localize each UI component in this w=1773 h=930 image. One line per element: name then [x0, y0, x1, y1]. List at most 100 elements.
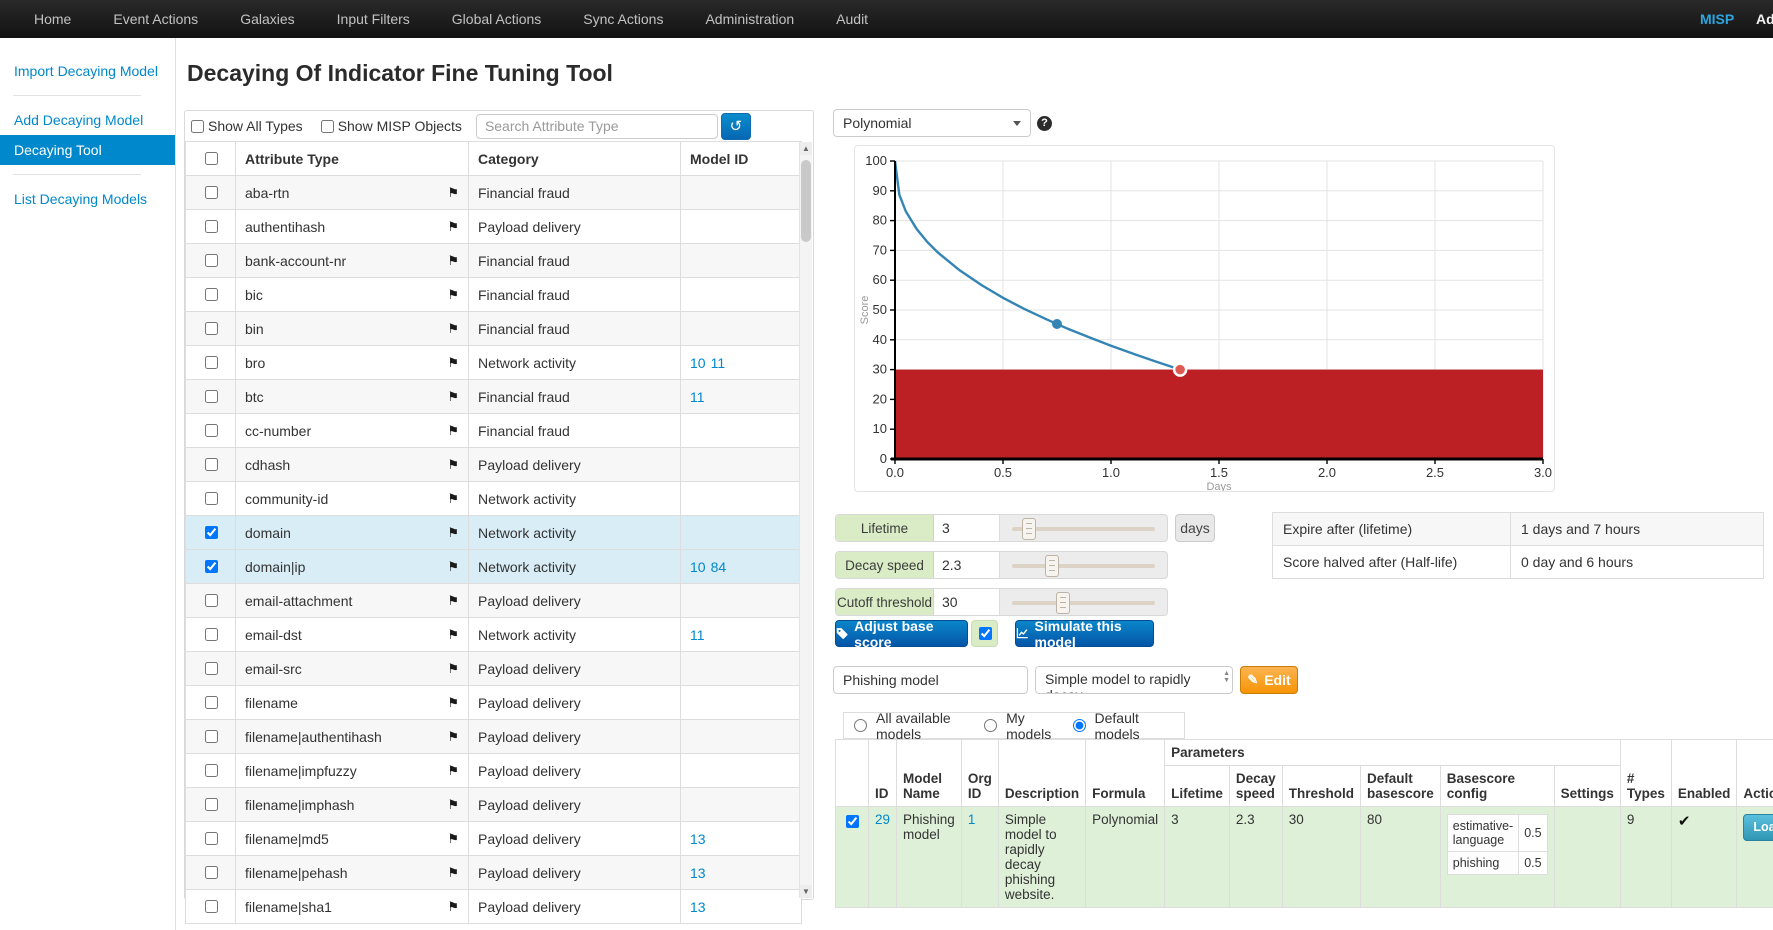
navbar-item-event-actions[interactable]: Event Actions: [99, 11, 212, 27]
row-checkbox[interactable]: [205, 866, 218, 879]
row-checkbox[interactable]: [205, 458, 218, 471]
navbar-item-galaxies[interactable]: Galaxies: [226, 11, 308, 27]
column-header-category[interactable]: Category: [469, 142, 681, 176]
cutoff-threshold-slider-handle[interactable]: [1056, 592, 1070, 614]
adjust-base-score-checkbox[interactable]: [979, 627, 992, 640]
model-id-link[interactable]: 11: [690, 389, 705, 405]
navbar-brand-misp[interactable]: MISP: [1700, 11, 1734, 27]
row-checkbox[interactable]: [205, 288, 218, 301]
sidebar-item-decaying-tool[interactable]: Decaying Tool: [0, 135, 175, 165]
row-checkbox[interactable]: [205, 628, 218, 641]
show-all-types-checkbox[interactable]: [191, 120, 204, 133]
row-checkbox[interactable]: [205, 798, 218, 811]
column-header-attribute-type[interactable]: Attribute Type: [236, 142, 469, 176]
decay-simulation-chart[interactable]: 01020304050607080901000.00.51.01.52.02.5…: [854, 145, 1555, 492]
navbar-user-menu[interactable]: Admin: [1756, 11, 1773, 27]
model-id-link[interactable]: 29: [875, 812, 890, 827]
flag-icon[interactable]: ⚑: [447, 661, 459, 677]
lifetime-slider-handle[interactable]: [1022, 518, 1036, 540]
column-header-model-id[interactable]: Model ID: [681, 142, 802, 176]
row-checkbox[interactable]: [205, 526, 218, 539]
model-filter-radio-0[interactable]: [854, 719, 867, 732]
flag-icon[interactable]: ⚑: [447, 423, 459, 439]
flag-icon[interactable]: ⚑: [447, 321, 459, 337]
model-row-checkbox[interactable]: [846, 815, 859, 828]
model-filter-label-1[interactable]: My models: [1006, 710, 1056, 742]
row-checkbox[interactable]: [205, 356, 218, 369]
adjust-base-score-button[interactable]: Adjust base score: [835, 620, 968, 647]
model-filter-radio-1[interactable]: [984, 719, 997, 732]
row-checkbox[interactable]: [205, 254, 218, 267]
row-checkbox[interactable]: [205, 696, 218, 709]
model-id-link[interactable]: 13: [690, 899, 706, 915]
show-misp-objects-label[interactable]: Show MISP Objects: [338, 118, 462, 134]
navbar-item-home[interactable]: Home: [20, 11, 85, 27]
row-checkbox[interactable]: [205, 492, 218, 505]
flag-icon[interactable]: ⚑: [447, 763, 459, 779]
model-description-textarea[interactable]: Simple model to rapidly decay: [1036, 667, 1214, 693]
cutoff-threshold-slider-track[interactable]: [1012, 601, 1155, 605]
row-checkbox[interactable]: [205, 560, 218, 573]
row-checkbox[interactable]: [205, 662, 218, 675]
sidebar-item-list-decaying-models[interactable]: List Decaying Models: [0, 184, 175, 214]
flag-icon[interactable]: ⚑: [447, 287, 459, 303]
flag-icon[interactable]: ⚑: [447, 185, 459, 201]
scrollbar-down-arrow-icon[interactable]: ▼: [800, 885, 812, 898]
textarea-scroll-arrows-icon[interactable]: ▲▼: [1223, 670, 1230, 684]
model-id-link[interactable]: 10: [690, 559, 706, 575]
row-checkbox[interactable]: [205, 594, 218, 607]
flag-icon[interactable]: ⚑: [447, 457, 459, 473]
flag-icon[interactable]: ⚑: [447, 355, 459, 371]
decay-speed-slider-handle[interactable]: [1045, 555, 1059, 577]
flag-icon[interactable]: ⚑: [447, 253, 459, 269]
expiry-point-marker[interactable]: [1174, 364, 1186, 376]
sidebar-item-import-decaying-model[interactable]: Import Decaying Model: [0, 56, 175, 86]
org-id-link[interactable]: 1: [968, 812, 976, 827]
model-id-link[interactable]: 13: [690, 831, 706, 847]
row-checkbox[interactable]: [205, 424, 218, 437]
row-checkbox[interactable]: [205, 832, 218, 845]
flag-icon[interactable]: ⚑: [447, 491, 459, 507]
model-id-link[interactable]: 11: [690, 627, 705, 643]
flag-icon[interactable]: ⚑: [447, 559, 459, 575]
flag-icon[interactable]: ⚑: [447, 695, 459, 711]
simulate-model-button[interactable]: Simulate this model: [1015, 620, 1154, 647]
help-icon[interactable]: ?: [1037, 116, 1052, 131]
model-filter-label-2[interactable]: Default models: [1095, 710, 1165, 742]
row-checkbox[interactable]: [205, 220, 218, 233]
formula-select[interactable]: Polynomial: [833, 109, 1031, 137]
flag-icon[interactable]: ⚑: [447, 389, 459, 405]
load-model-button[interactable]: Load model: [1743, 814, 1773, 841]
model-name-input[interactable]: [833, 666, 1028, 694]
scrollbar-thumb[interactable]: [801, 160, 811, 242]
model-id-link[interactable]: 11: [711, 355, 726, 371]
row-checkbox[interactable]: [205, 186, 218, 199]
flag-icon[interactable]: ⚑: [447, 627, 459, 643]
flag-icon[interactable]: ⚑: [447, 593, 459, 609]
scrollbar-up-arrow-icon[interactable]: ▲: [800, 142, 812, 155]
model-filter-radio-2[interactable]: [1073, 719, 1086, 732]
model-filter-label-0[interactable]: All available models: [876, 710, 968, 742]
flag-icon[interactable]: ⚑: [447, 525, 459, 541]
flag-icon[interactable]: ⚑: [447, 831, 459, 847]
lifetime-input[interactable]: [934, 515, 1000, 541]
flag-icon[interactable]: ⚑: [447, 219, 459, 235]
search-reset-button[interactable]: ↺: [721, 113, 751, 140]
navbar-item-sync-actions[interactable]: Sync Actions: [569, 11, 677, 27]
decay-speed-slider-track[interactable]: [1012, 564, 1155, 568]
row-checkbox[interactable]: [205, 900, 218, 913]
navbar-item-administration[interactable]: Administration: [691, 11, 808, 27]
flag-icon[interactable]: ⚑: [447, 797, 459, 813]
row-checkbox[interactable]: [205, 730, 218, 743]
navbar-item-input-filters[interactable]: Input Filters: [323, 11, 424, 27]
model-id-link[interactable]: 13: [690, 865, 706, 881]
flag-icon[interactable]: ⚑: [447, 865, 459, 881]
model-id-link[interactable]: 84: [711, 559, 727, 575]
select-all-checkbox[interactable]: [205, 152, 218, 165]
flag-icon[interactable]: ⚑: [447, 729, 459, 745]
navbar-item-audit[interactable]: Audit: [822, 11, 882, 27]
row-checkbox[interactable]: [205, 764, 218, 777]
model-id-link[interactable]: 10: [690, 355, 706, 371]
current-score-marker[interactable]: [1052, 319, 1062, 329]
cutoff-threshold-input[interactable]: [934, 589, 1000, 615]
